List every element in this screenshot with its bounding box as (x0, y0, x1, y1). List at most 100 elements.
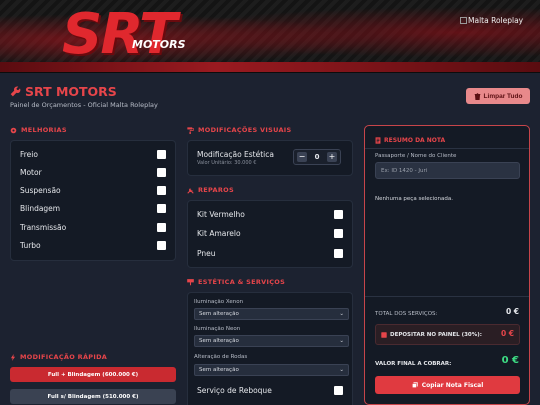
section-estetica-title: ESTÉTICA & SERVIÇOS (187, 278, 285, 286)
invoice-title: RESUMO DA NOTA (375, 137, 445, 144)
neon-select-value: Sem alteração (199, 338, 239, 344)
section-estetica-label: ESTÉTICA & SERVIÇOS (198, 278, 286, 286)
gear-icon (10, 127, 17, 133)
quick-full-no-armor-button[interactable]: Full s/ Blindagem (510.000 €) (10, 389, 176, 404)
total-label: TOTAL DOS SERVIÇOS: (375, 311, 438, 317)
section-melhorias-title: MELHORIAS (10, 126, 67, 134)
copy-invoice-button[interactable]: Copiar Nota Fiscal (375, 376, 520, 394)
section-visuais-title: MODIFICAÇÕES VISUAIS (187, 126, 292, 134)
total-value: 0 € (505, 307, 519, 316)
quick-full-armor-button[interactable]: Full + Blindagem (600.000 €) (10, 367, 176, 382)
visual-mod-quantity-stepper: − 0 + (293, 149, 341, 165)
reparos-panel: Kit Vermelho Kit Amarelo Pneu (187, 200, 353, 268)
rodas-label: Alteração de Rodas (194, 354, 248, 360)
upgrade-label: Suspensão (20, 186, 61, 195)
section-visuais-label: MODIFICAÇÕES VISUAIS (198, 126, 292, 134)
decrement-button[interactable]: − (297, 152, 307, 162)
srt-logo: SRT (62, 2, 177, 67)
repair-item-kit-vermelho[interactable]: Kit Vermelho (197, 210, 343, 219)
upgrade-item-blindagem[interactable]: Blindagem (20, 204, 166, 213)
estetica-panel: Iluminação Xenon Sem alteração ⌄ Iluminaç… (187, 292, 353, 405)
upgrade-label: Turbo (20, 241, 41, 250)
neon-label: Iluminação Neon (194, 326, 241, 332)
page-subtitle: Painel de Orçamentos - Oficial Malta Rol… (10, 101, 158, 109)
tools-icon (187, 187, 194, 194)
repair-item-pneu[interactable]: Pneu (197, 249, 343, 258)
divider (365, 148, 529, 149)
xenon-label: Iluminação Xenon (194, 299, 244, 305)
repair-label: Kit Vermelho (197, 210, 245, 219)
final-value: 0 € (501, 355, 519, 366)
repair-label: Kit Amarelo (197, 229, 241, 238)
repair-checkbox[interactable] (334, 229, 343, 238)
section-rapida-title: MODIFICAÇÃO RÁPIDA (10, 353, 107, 361)
passport-label: Passaporte / Nome do Cliente (375, 153, 457, 159)
repair-checkbox[interactable] (334, 210, 343, 219)
section-rapida-label: MODIFICAÇÃO RÁPIDA (20, 353, 108, 361)
neon-select[interactable]: Sem alteração ⌄ (194, 335, 349, 347)
passport-input[interactable] (375, 162, 520, 179)
section-reparos-label: REPAROS (198, 186, 234, 194)
wrench-icon (10, 86, 21, 97)
service-label: Serviço de Reboque (197, 386, 272, 395)
deposit-box: DEPOSITAR NO PAINEL (30%): 0 € (375, 324, 520, 345)
upgrade-label: Transmissão (20, 223, 67, 232)
xenon-select[interactable]: Sem alteração ⌄ (194, 308, 349, 320)
motors-logo-text: MOTORS (132, 38, 186, 51)
visual-mod-unit-price: Valor Unitário: 30.000 € (197, 160, 257, 166)
quantity-value[interactable]: 0 (311, 153, 323, 161)
paint-roller-icon (187, 126, 194, 134)
upgrade-checkbox[interactable] (157, 223, 166, 232)
banner-image-alt-text: Malta Roleplay (468, 16, 524, 25)
service-item-reboque[interactable]: Serviço de Reboque (197, 386, 343, 395)
invoice-summary-panel: RESUMO DA NOTA Passaporte / Nome do Clie… (364, 125, 530, 405)
increment-button[interactable]: + (327, 152, 337, 162)
rodas-select-value: Sem alteração (199, 367, 239, 373)
upgrade-item-transmissao[interactable]: Transmissão (20, 223, 166, 232)
upgrade-checkbox[interactable] (157, 186, 166, 195)
broken-image-icon (460, 17, 467, 24)
brush-icon (187, 278, 194, 285)
trash-icon (474, 92, 480, 100)
copy-invoice-label: Copiar Nota Fiscal (421, 381, 484, 389)
bolt-icon (10, 353, 16, 361)
upgrade-label: Blindagem (20, 204, 61, 213)
section-reparos-title: REPAROS (187, 186, 234, 194)
upgrade-checkbox[interactable] (157, 241, 166, 250)
melhorias-panel: Freio Motor Suspensão Blindagem Transmis… (10, 140, 176, 261)
brand-header: SRT MOTORS Painel de Orçamentos - Oficia… (10, 84, 158, 109)
bank-icon (381, 332, 387, 338)
header-banner: SRT MOTORS Malta Roleplay (0, 0, 540, 73)
divider (365, 296, 529, 297)
copy-icon (411, 382, 418, 388)
xenon-select-value: Sem alteração (199, 311, 239, 317)
final-label: VALOR FINAL A COBRAR: (375, 361, 452, 367)
upgrade-item-suspensao[interactable]: Suspensão (20, 186, 166, 195)
page-title-text: SRT MOTORS (25, 84, 117, 99)
clear-all-button[interactable]: Limpar Tudo (466, 88, 530, 104)
repair-checkbox[interactable] (334, 249, 343, 258)
page-title: SRT MOTORS (10, 84, 158, 99)
deposit-value: 0 € (500, 329, 514, 338)
upgrade-checkbox[interactable] (157, 168, 166, 177)
invoice-title-label: RESUMO DA NOTA (384, 137, 446, 144)
repair-item-kit-amarelo[interactable]: Kit Amarelo (197, 229, 343, 238)
visual-mod-name: Modificação Estética (197, 150, 274, 159)
repair-label: Pneu (197, 249, 216, 258)
upgrade-item-turbo[interactable]: Turbo (20, 241, 166, 250)
upgrade-checkbox[interactable] (157, 150, 166, 159)
banner-image-alt: Malta Roleplay (460, 16, 523, 25)
upgrade-item-motor[interactable]: Motor (20, 168, 166, 177)
upgrade-checkbox[interactable] (157, 204, 166, 213)
chevron-down-icon: ⌄ (339, 311, 344, 317)
section-melhorias-label: MELHORIAS (21, 126, 67, 134)
upgrade-label: Freio (20, 150, 38, 159)
rodas-select[interactable]: Sem alteração ⌄ (194, 364, 349, 376)
receipt-icon (375, 137, 381, 144)
clear-all-label: Limpar Tudo (483, 92, 523, 100)
chevron-down-icon: ⌄ (339, 338, 344, 344)
upgrade-label: Motor (20, 168, 42, 177)
service-checkbox[interactable] (334, 386, 343, 395)
upgrade-item-freio[interactable]: Freio (20, 150, 166, 159)
empty-items-message: Nenhuma peça selecionada. (375, 196, 453, 202)
